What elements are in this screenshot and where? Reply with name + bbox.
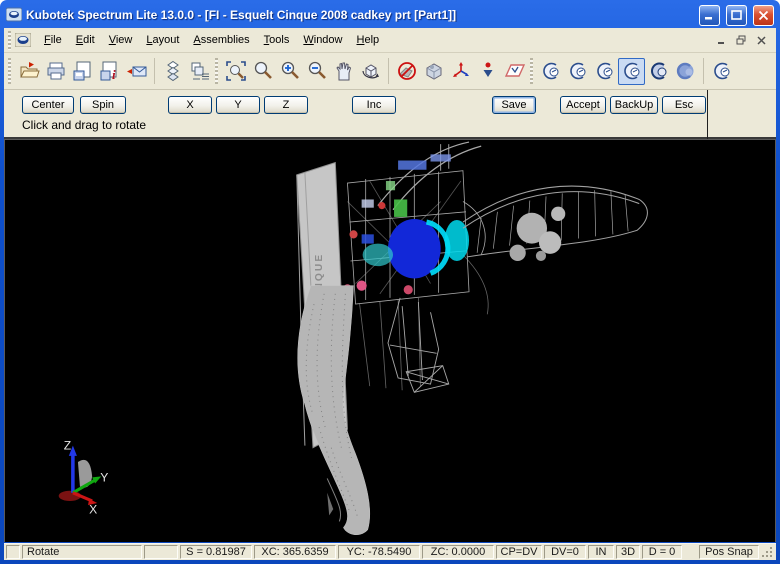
menu-edit[interactable]: Edit <box>69 31 102 49</box>
titlebar[interactable]: Kubotek Spectrum Lite 13.0.0 - [FI - Esq… <box>4 2 776 28</box>
maximize-icon <box>731 9 742 20</box>
model-canvas[interactable]: ESQUELT CINQUE <box>5 140 775 542</box>
shaded-view-icon[interactable] <box>420 58 447 85</box>
menubar: File Edit View Layout Assemblies Tools Window H… <box>4 28 776 53</box>
z-axis-button[interactable]: Z <box>264 96 308 114</box>
zoom-out-icon[interactable] <box>303 58 330 85</box>
status-xc[interactable]: XC: 365.6359 <box>254 545 336 559</box>
viewport[interactable]: ESQUELT CINQUE <box>4 139 776 542</box>
menu-window[interactable]: Window <box>296 31 349 49</box>
send-mail-icon[interactable] <box>123 58 150 85</box>
document-icon[interactable] <box>15 32 33 48</box>
model-gray-blobs <box>509 206 566 262</box>
mdi-minimize-button[interactable] <box>712 32 730 48</box>
status-yc[interactable]: YC: -78.5490 <box>338 545 420 559</box>
status-3d[interactable]: 3D <box>616 545 640 559</box>
close-icon <box>758 10 769 20</box>
rotate-view-icon[interactable] <box>357 58 384 85</box>
x-axis-button[interactable]: X <box>168 96 212 114</box>
status-units[interactable]: IN <box>588 545 614 559</box>
mdi-minimize-icon <box>717 41 724 44</box>
app-icon <box>6 7 22 22</box>
toolbar-grip[interactable] <box>215 58 218 84</box>
resize-grip[interactable] <box>761 545 774 559</box>
axis-z-label: Z <box>64 439 72 453</box>
inc-button[interactable]: Inc <box>352 96 396 114</box>
model-heel <box>297 285 371 535</box>
toolbar <box>4 53 776 90</box>
save-button[interactable]: Save <box>492 96 536 114</box>
menu-view[interactable]: View <box>102 31 140 49</box>
dynaview-2-icon[interactable] <box>564 58 591 85</box>
status-mode: Rotate <box>22 545 142 559</box>
y-axis-button[interactable]: Y <box>216 96 260 114</box>
menu-help[interactable]: Help <box>350 31 387 49</box>
print-icon[interactable] <box>42 58 69 85</box>
status-depth[interactable]: D = 0 <box>642 545 682 559</box>
toolbar-separator <box>154 58 155 84</box>
axis-triad: Z Y X <box>58 439 108 516</box>
status-spacer-cell <box>6 545 20 559</box>
dynaview-7-icon[interactable] <box>708 58 735 85</box>
statusbar: Rotate S = 0.81987 XC: 365.6359 YC: -78.… <box>4 543 776 560</box>
model-top-arcs <box>377 141 482 211</box>
status-empty <box>144 545 178 559</box>
backup-button[interactable]: BackUp <box>610 96 658 114</box>
menubar-grip[interactable] <box>8 30 11 50</box>
toolbar-separator <box>703 58 704 84</box>
mdi-restore-icon <box>736 35 746 45</box>
status-zc[interactable]: ZC: 0.0000 <box>422 545 494 559</box>
accept-button[interactable]: Accept <box>560 96 606 114</box>
minimize-icon <box>705 16 712 19</box>
dynaview-6-icon[interactable] <box>672 58 699 85</box>
panel-divider <box>707 90 708 139</box>
axis-x-label: X <box>89 502 97 516</box>
menu-tools[interactable]: Tools <box>257 31 297 49</box>
toolbar-grip[interactable] <box>8 58 11 84</box>
spin-button[interactable]: Spin <box>80 96 126 114</box>
prompt-text: Click and drag to rotate <box>22 118 147 132</box>
mdi-close-button[interactable] <box>752 32 770 48</box>
dynaview-3-icon[interactable] <box>591 58 618 85</box>
mdi-restore-button[interactable] <box>732 32 750 48</box>
menu-assemblies[interactable]: Assemblies <box>186 31 256 49</box>
file-properties-icon[interactable] <box>96 58 123 85</box>
level-manager-icon[interactable] <box>186 58 213 85</box>
zoom-scale-icon[interactable] <box>249 58 276 85</box>
dynaview-4-icon[interactable] <box>618 57 645 85</box>
status-pos-snap[interactable]: Pos Snap <box>699 545 759 559</box>
mdi-buttons <box>712 32 774 48</box>
toolbar-separator <box>388 58 389 84</box>
dynaview-5-icon[interactable] <box>645 58 672 85</box>
section-toggle-icon[interactable] <box>393 58 420 85</box>
save-copy-icon[interactable] <box>69 58 96 85</box>
status-scale[interactable]: S = 0.81987 <box>180 545 252 559</box>
center-button[interactable]: Center <box>22 96 74 114</box>
axes-triad-icon[interactable] <box>447 58 474 85</box>
minimize-button[interactable] <box>699 4 720 26</box>
view-plane-icon[interactable] <box>501 58 528 85</box>
status-dv[interactable]: DV=0 <box>544 545 586 559</box>
pan-icon[interactable] <box>330 58 357 85</box>
maximize-button[interactable] <box>726 4 747 26</box>
esc-button[interactable]: Esc <box>662 96 706 114</box>
option-panel: Center Spin X Y Z Inc Save Accept BackUp… <box>4 90 776 139</box>
mdi-close-icon <box>756 35 766 45</box>
open-file-icon[interactable] <box>15 58 42 85</box>
status-cp[interactable]: CP=DV <box>496 545 542 559</box>
menu-file[interactable]: File <box>37 31 69 49</box>
app-window: Kubotek Spectrum Lite 13.0.0 - [FI - Esq… <box>0 0 780 564</box>
close-button[interactable] <box>753 4 774 26</box>
zoom-window-icon[interactable] <box>222 58 249 85</box>
menu-items: File Edit View Layout Assemblies Tools Window H… <box>37 31 386 49</box>
window-title: Kubotek Spectrum Lite 13.0.0 - [FI - Esq… <box>26 8 457 22</box>
axes-dropdown-icon[interactable] <box>474 58 501 85</box>
axis-y-label: Y <box>100 470 108 484</box>
levels-icon[interactable] <box>159 58 186 85</box>
menu-layout[interactable]: Layout <box>139 31 186 49</box>
toolbar-grip[interactable] <box>530 58 533 84</box>
dynaview-1-icon[interactable] <box>537 58 564 85</box>
zoom-in-icon[interactable] <box>276 58 303 85</box>
